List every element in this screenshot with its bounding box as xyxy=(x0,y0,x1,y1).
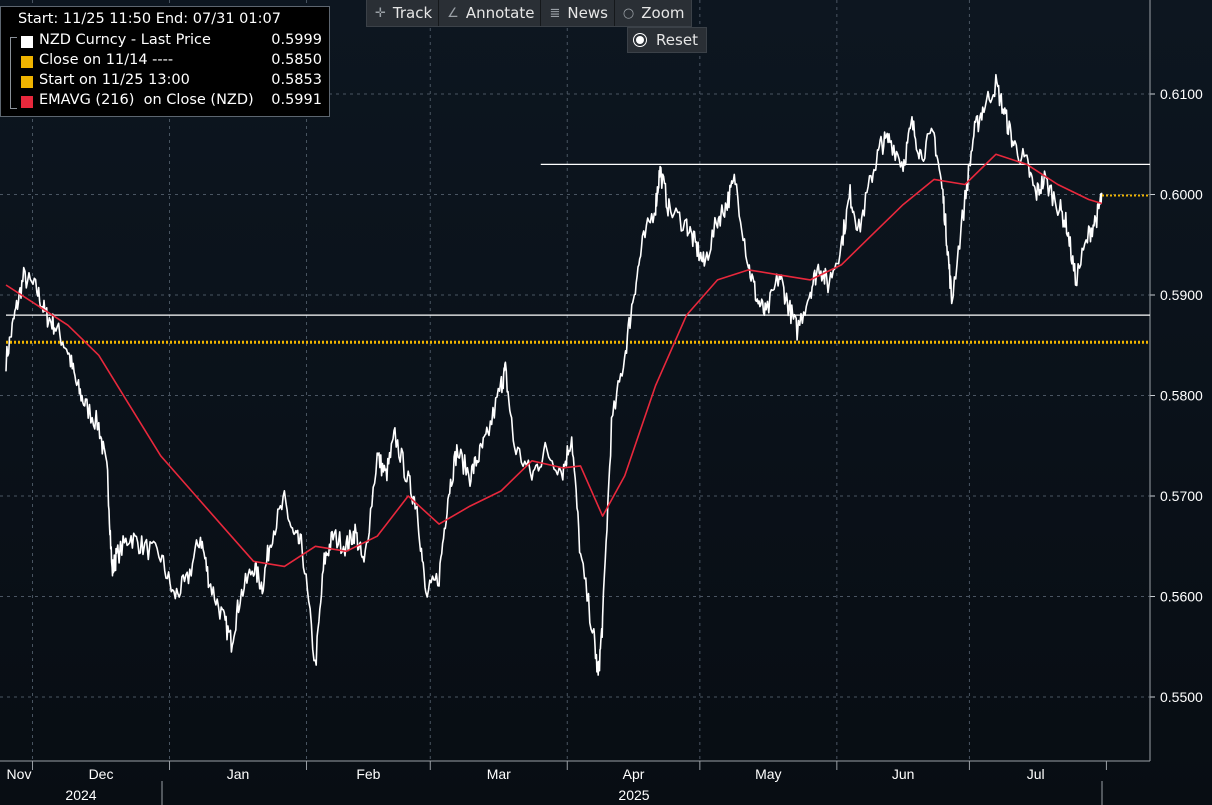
news-button[interactable]: ≣ News xyxy=(541,0,615,26)
y-tick-label: 0.6100 xyxy=(1160,86,1203,102)
legend-value: 0.5850 xyxy=(271,52,322,68)
zoom-button[interactable]: ○ Zoom xyxy=(614,0,691,26)
legend-date-range: Start: 11/25 11:50 End: 07/31 01:07 xyxy=(18,11,281,27)
zoom-label: Zoom xyxy=(641,4,685,22)
y-tick-label: 0.5600 xyxy=(1160,589,1203,605)
x-month-label: Jun xyxy=(892,766,915,782)
y-tick-label: 0.5900 xyxy=(1160,287,1203,303)
radio-dot-icon xyxy=(636,36,645,44)
legend-label: Start on 11/25 13:00 xyxy=(39,72,190,88)
legend-swatch-red xyxy=(21,96,33,108)
track-label: Track xyxy=(392,4,433,22)
x-month-label: Mar xyxy=(487,766,511,782)
x-month-label: Apr xyxy=(623,766,645,782)
y-tick-label: 0.5800 xyxy=(1160,388,1203,404)
y-tick-label: 0.6000 xyxy=(1160,187,1203,203)
legend-label: Close on 11/14 ---- xyxy=(39,52,174,68)
emavg-series-line xyxy=(5,153,1103,568)
x-month-label: May xyxy=(755,766,781,782)
annotate-button[interactable]: ∠ Annotate xyxy=(439,0,542,26)
legend-value: 0.5853 xyxy=(271,72,322,88)
legend-swatch-yellow xyxy=(21,56,33,68)
reset-label: Reset xyxy=(656,31,698,49)
reset-button[interactable]: Reset xyxy=(627,27,707,53)
news-icon: ≣ xyxy=(549,5,561,21)
legend-label: NZD Curncy - Last Price xyxy=(39,32,211,48)
magnifier-icon: ○ xyxy=(622,5,635,21)
chart-toolbar: ✛ Track ∠ Annotate ≣ News ○ Zoom xyxy=(366,0,692,27)
legend-swatch-yellow xyxy=(21,76,33,88)
x-month-label: Nov xyxy=(7,766,32,782)
chart-legend: Start: 11/25 11:50 End: 07/31 01:07 NZD … xyxy=(0,6,330,117)
legend-row-start[interactable]: Start on 11/25 13:00 0.5853 xyxy=(21,72,326,92)
annotate-label: Annotate xyxy=(465,4,535,22)
legend-value: 0.5999 xyxy=(271,32,322,48)
pencil-icon: ∠ xyxy=(447,5,459,21)
price-chart[interactable]: 0.6100 0.6000 0.5900 0.5800 0.5700 0.5600 0.55… xyxy=(0,0,1212,805)
legend-row-last-price[interactable]: NZD Curncy - Last Price 0.5999 xyxy=(21,32,326,52)
news-label: News xyxy=(567,4,608,22)
x-month-label: Feb xyxy=(356,766,380,782)
x-month-label: Jul xyxy=(1027,766,1045,782)
legend-label: EMAVG (216) on Close (NZD) xyxy=(39,92,254,108)
legend-bracket xyxy=(10,37,17,109)
legend-value: 0.5991 xyxy=(271,92,322,108)
x-month-label: Jan xyxy=(227,766,250,782)
crosshair-icon: ✛ xyxy=(375,5,386,21)
legend-row-close[interactable]: Close on 11/14 ---- 0.5850 xyxy=(21,52,326,72)
y-tick-label: 0.5500 xyxy=(1160,689,1203,705)
x-year-label: 2024 xyxy=(65,787,96,803)
x-month-label: Dec xyxy=(89,766,114,782)
chart-plot-area[interactable]: 0.6100 0.6000 0.5900 0.5800 0.5700 0.5600 0.55… xyxy=(0,0,1212,805)
track-button[interactable]: ✛ Track xyxy=(367,0,440,26)
y-tick-label: 0.5700 xyxy=(1160,488,1203,504)
x-year-label: 2025 xyxy=(618,787,649,803)
legend-row-emavg[interactable]: EMAVG (216) on Close (NZD) 0.5991 xyxy=(21,92,326,112)
legend-swatch-white xyxy=(21,36,33,48)
